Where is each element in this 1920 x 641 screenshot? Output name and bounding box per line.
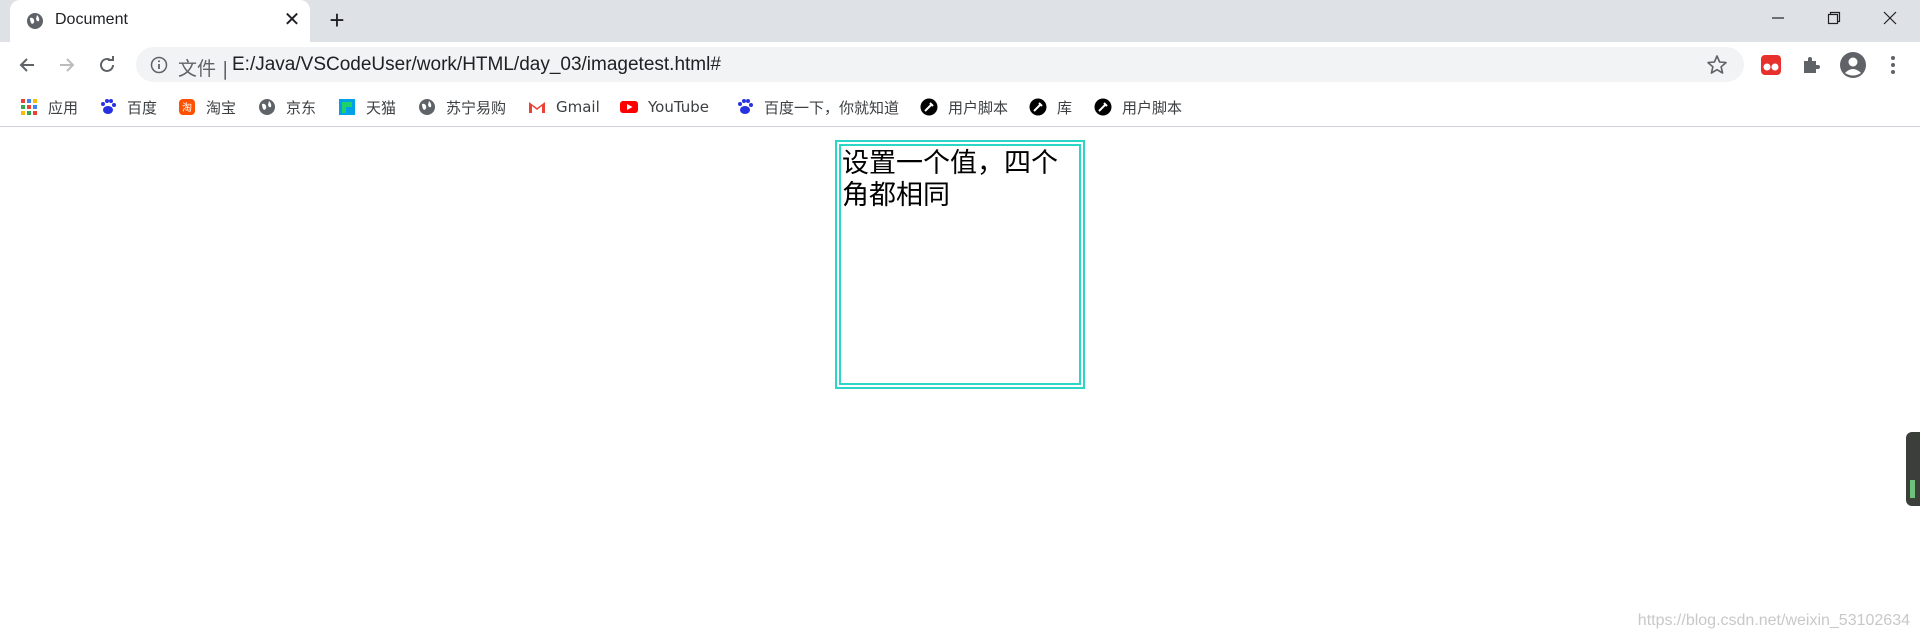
close-window-button[interactable] (1862, 0, 1918, 36)
close-icon (1883, 11, 1897, 25)
profile-button[interactable] (1838, 50, 1868, 80)
rounded-corner-demo-box: 设置一个值，四个角都相同 (835, 140, 1085, 389)
reload-icon (100, 56, 114, 72)
more-vertical-icon (1891, 56, 1895, 74)
bookmark-apps[interactable]: 应用 (20, 95, 78, 119)
tampermonkey-extension-button[interactable] (1756, 50, 1786, 80)
youtube-icon (620, 101, 638, 113)
bookmark-suning[interactable]: 苏宁易购 (418, 95, 506, 119)
tab-title: Document (55, 11, 128, 28)
bookmark-label: 淘宝 (206, 98, 237, 117)
userscript-icon (1094, 98, 1112, 116)
url-text[interactable]: E:/Java/VSCodeUser/work/HTML/day_03/imag… (232, 54, 721, 76)
watermark: https://blog.csdn.net/weixin_53102634 (1637, 612, 1910, 629)
puzzle-icon (1804, 57, 1820, 73)
bookmark-tmall[interactable]: 天猫 (338, 95, 396, 119)
reload-button[interactable] (92, 50, 122, 80)
apps-grid-icon (21, 99, 37, 115)
close-tab-icon[interactable]: ✕ (282, 10, 302, 30)
minimize-icon (1772, 17, 1784, 19)
bookmark-label: 京东 (286, 98, 317, 117)
minimize-window-button[interactable] (1750, 0, 1806, 36)
extensions-button[interactable] (1796, 50, 1826, 80)
browser-toolbar: 文件 | E:/Java/VSCodeUser/work/HTML/day_03… (0, 42, 1920, 87)
bookmark-userscript-1[interactable]: 用户脚本 (920, 95, 1008, 119)
bookmark-label: YouTube (648, 98, 709, 116)
title-bar: Document ✕ + (0, 0, 1920, 42)
bookmark-label: 百度一下，你就知道 (764, 98, 900, 117)
gmail-icon (529, 102, 545, 113)
globe-icon (259, 99, 275, 115)
bookmark-label: Gmail (556, 98, 600, 116)
arrow-right-icon (60, 58, 75, 72)
baidu-paw-icon (738, 99, 753, 114)
bookmark-jd[interactable]: 京东 (258, 95, 316, 119)
userscript-icon (920, 98, 938, 116)
bookmark-label: 库 (1057, 98, 1073, 117)
side-widget-handle[interactable] (1906, 432, 1920, 506)
tmall-icon (339, 99, 355, 115)
forward-button[interactable] (52, 50, 82, 80)
tab-document[interactable]: Document ✕ (10, 0, 310, 42)
bookmark-star-icon[interactable] (1706, 54, 1728, 76)
bookmark-label: 天猫 (366, 98, 397, 117)
globe-icon (27, 13, 43, 29)
bookmark-taobao[interactable]: 淘 淘宝 (178, 95, 236, 119)
bookmark-label: 用户脚本 (948, 98, 1009, 117)
bookmark-youtube[interactable]: YouTube (620, 95, 709, 119)
tampermonkey-icon (1761, 55, 1781, 75)
restore-icon (1827, 11, 1841, 25)
bookmark-userscript-2[interactable]: 用户脚本 (1094, 95, 1182, 119)
menu-button[interactable] (1878, 50, 1908, 80)
restore-window-button[interactable] (1806, 0, 1862, 36)
userscript-icon (1029, 98, 1047, 116)
demo-box-text: 设置一个值，四个角都相同 (842, 148, 1058, 211)
bookmarks-bar: 应用 百度 淘 淘宝 京东 天猫 苏宁易购 Gmail YouTube 百度一下… (0, 87, 1920, 127)
bookmark-label: 应用 (48, 98, 79, 117)
globe-icon (419, 99, 435, 115)
back-button[interactable] (12, 50, 42, 80)
bookmark-label: 用户脚本 (1122, 98, 1183, 117)
avatar-icon (1840, 52, 1866, 78)
bookmark-label: 苏宁易购 (446, 98, 507, 117)
baidu-paw-icon (101, 99, 116, 114)
taobao-icon: 淘 (179, 99, 195, 115)
bookmark-label: 百度 (127, 98, 158, 117)
info-icon[interactable] (150, 56, 168, 74)
bookmark-gmail[interactable]: Gmail (528, 95, 600, 119)
new-tab-button[interactable]: + (324, 7, 350, 34)
arrow-left-icon (19, 58, 34, 72)
bookmark-baidu-search[interactable]: 百度一下，你就知道 (736, 95, 899, 119)
bookmark-library[interactable]: 库 (1029, 95, 1072, 119)
file-scheme-label: 文件 | (178, 58, 229, 80)
bookmark-baidu[interactable]: 百度 (99, 95, 157, 119)
address-bar[interactable]: 文件 | E:/Java/VSCodeUser/work/HTML/day_03… (136, 47, 1744, 82)
svg-text:淘: 淘 (182, 101, 192, 114)
